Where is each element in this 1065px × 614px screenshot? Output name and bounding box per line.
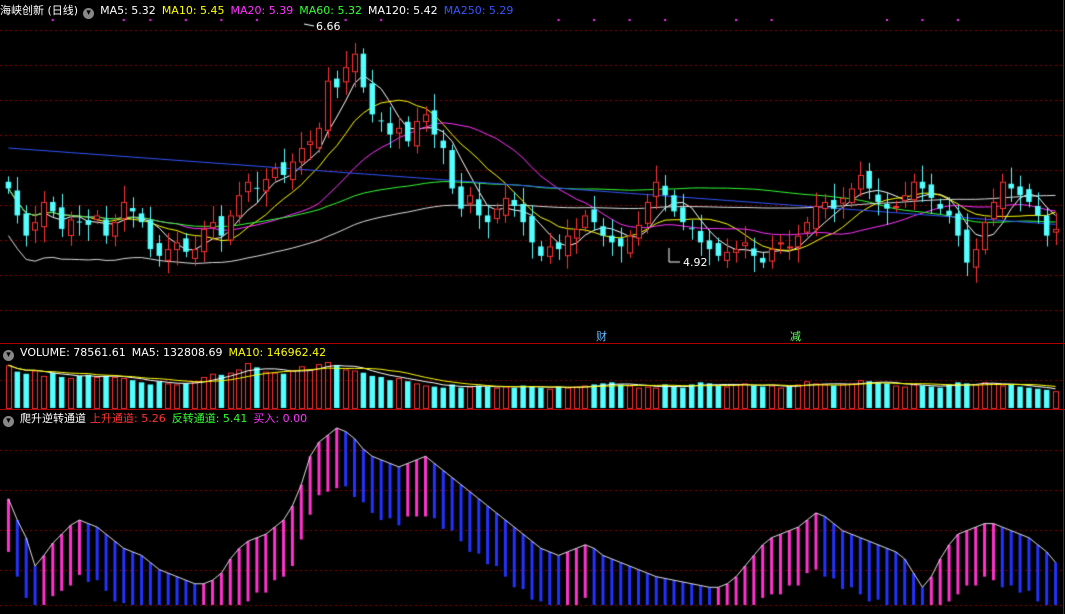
ma60-label: MA60: 5.32 <box>299 4 362 17</box>
main-title: 海峡创新 (日线) <box>0 4 79 17</box>
reduction-event-tag[interactable]: 减 <box>790 328 801 344</box>
volume-label: VOLUME: 78561.61 <box>20 346 126 359</box>
volume-ma5-label: MA5: 132808.69 <box>131 346 223 359</box>
ma5-label: MA5: 5.32 <box>100 4 156 17</box>
right-border <box>1063 0 1064 614</box>
ma20-label: MA20: 5.39 <box>230 4 294 17</box>
panel-divider-volume <box>0 409 1065 410</box>
earnings-event-tag[interactable]: 财 <box>596 328 607 344</box>
indicator-legend: ▾ 爬升逆转通道 上升通道: 5.26 反转通道: 5.41 买入: 0.00 <box>0 411 313 427</box>
ma120-label: MA120: 5.42 <box>367 4 438 17</box>
volume-toggle-icon[interactable]: ▾ <box>3 350 14 361</box>
volume-ma10-label: MA10: 146962.42 <box>228 346 327 359</box>
reverse-channel-label: 反转通道: 5.41 <box>171 412 248 425</box>
ma10-label: MA10: 5.45 <box>161 4 225 17</box>
volume-legend: ▾ VOLUME: 78561.61 MA5: 132808.69 MA10: 146… <box>0 345 332 361</box>
settings-toggle-icon[interactable]: ▾ <box>83 8 95 19</box>
indicator-title: 爬升逆转通道 <box>20 412 86 425</box>
ma250-label: MA250: 5.29 <box>443 4 514 17</box>
stock-chart-canvas[interactable] <box>0 0 1065 614</box>
panel-divider-main <box>0 343 1065 344</box>
rise-channel-label: 上升通道: 5.26 <box>90 412 166 425</box>
main-legend: 海峡创新 (日线) ▾ MA5: 5.32 MA10: 5.45 MA20: 5.39 M… <box>0 3 519 19</box>
low-price-label: 4.92 <box>683 256 708 269</box>
buy-label: 买入: 0.00 <box>253 412 308 425</box>
high-price-label: 6.66 <box>316 20 341 33</box>
indicator-toggle-icon[interactable]: ▾ <box>3 416 14 427</box>
